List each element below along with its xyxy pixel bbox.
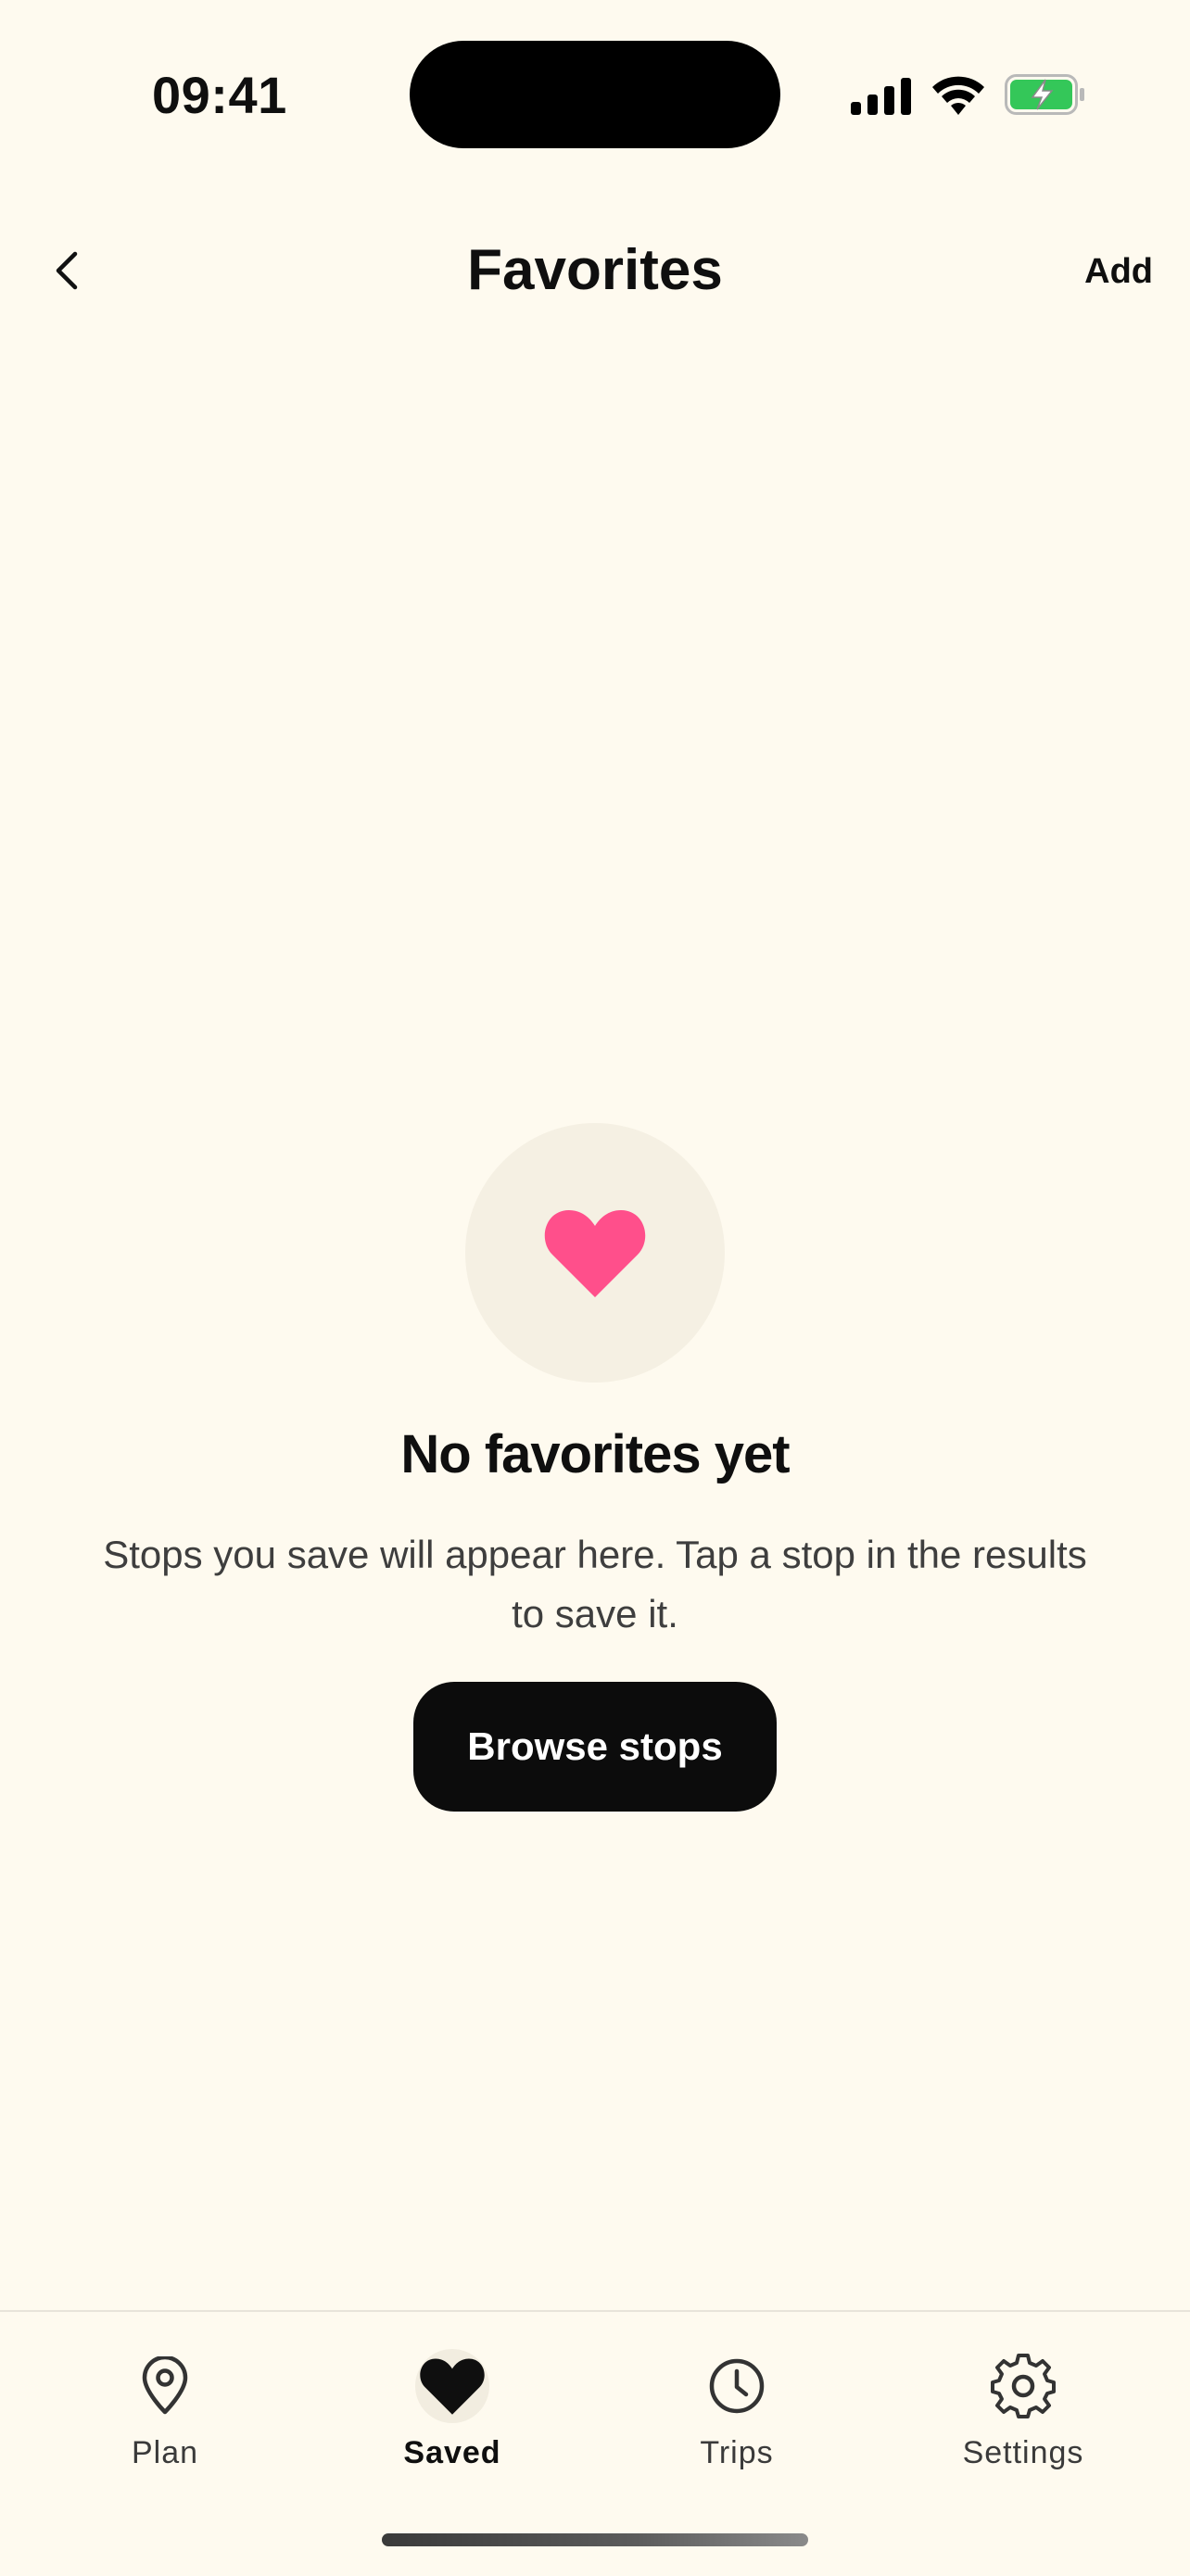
empty-state-illustration xyxy=(465,1123,725,1383)
empty-state-title: No favorites yet xyxy=(400,1424,790,1484)
back-button[interactable] xyxy=(37,234,96,308)
clock-icon xyxy=(700,2349,774,2423)
tab-label: Plan xyxy=(131,2435,199,2470)
heart-icon xyxy=(544,1210,646,1297)
tab-label: Settings xyxy=(962,2435,1084,2470)
gear-icon xyxy=(986,2349,1060,2423)
home-indicator[interactable] xyxy=(382,2533,808,2546)
empty-state-description: Stops you save will appear here. Tap a s… xyxy=(103,1533,1087,1635)
tab-label: Saved xyxy=(403,2435,501,2470)
tab-settings[interactable]: Settings xyxy=(884,2349,1162,2488)
add-button[interactable]: Add xyxy=(1084,239,1153,304)
tab-saved[interactable]: Saved xyxy=(313,2349,591,2488)
chevron-left-icon xyxy=(56,251,78,290)
tab-trips[interactable]: Trips xyxy=(598,2349,876,2488)
map-pin-icon xyxy=(128,2349,202,2423)
dynamic-island xyxy=(410,41,780,148)
battery-charging-icon xyxy=(1005,74,1084,115)
wifi-icon xyxy=(932,76,984,115)
page-title: Favorites xyxy=(467,238,723,302)
cellular-signal-icon xyxy=(851,78,911,115)
tab-plan[interactable]: Plan xyxy=(26,2349,304,2488)
tab-label: Trips xyxy=(700,2435,774,2470)
status-time: 09:41 xyxy=(152,66,287,124)
browse-stops-button[interactable]: Browse stops xyxy=(413,1682,777,1812)
heart-icon xyxy=(415,2349,489,2423)
